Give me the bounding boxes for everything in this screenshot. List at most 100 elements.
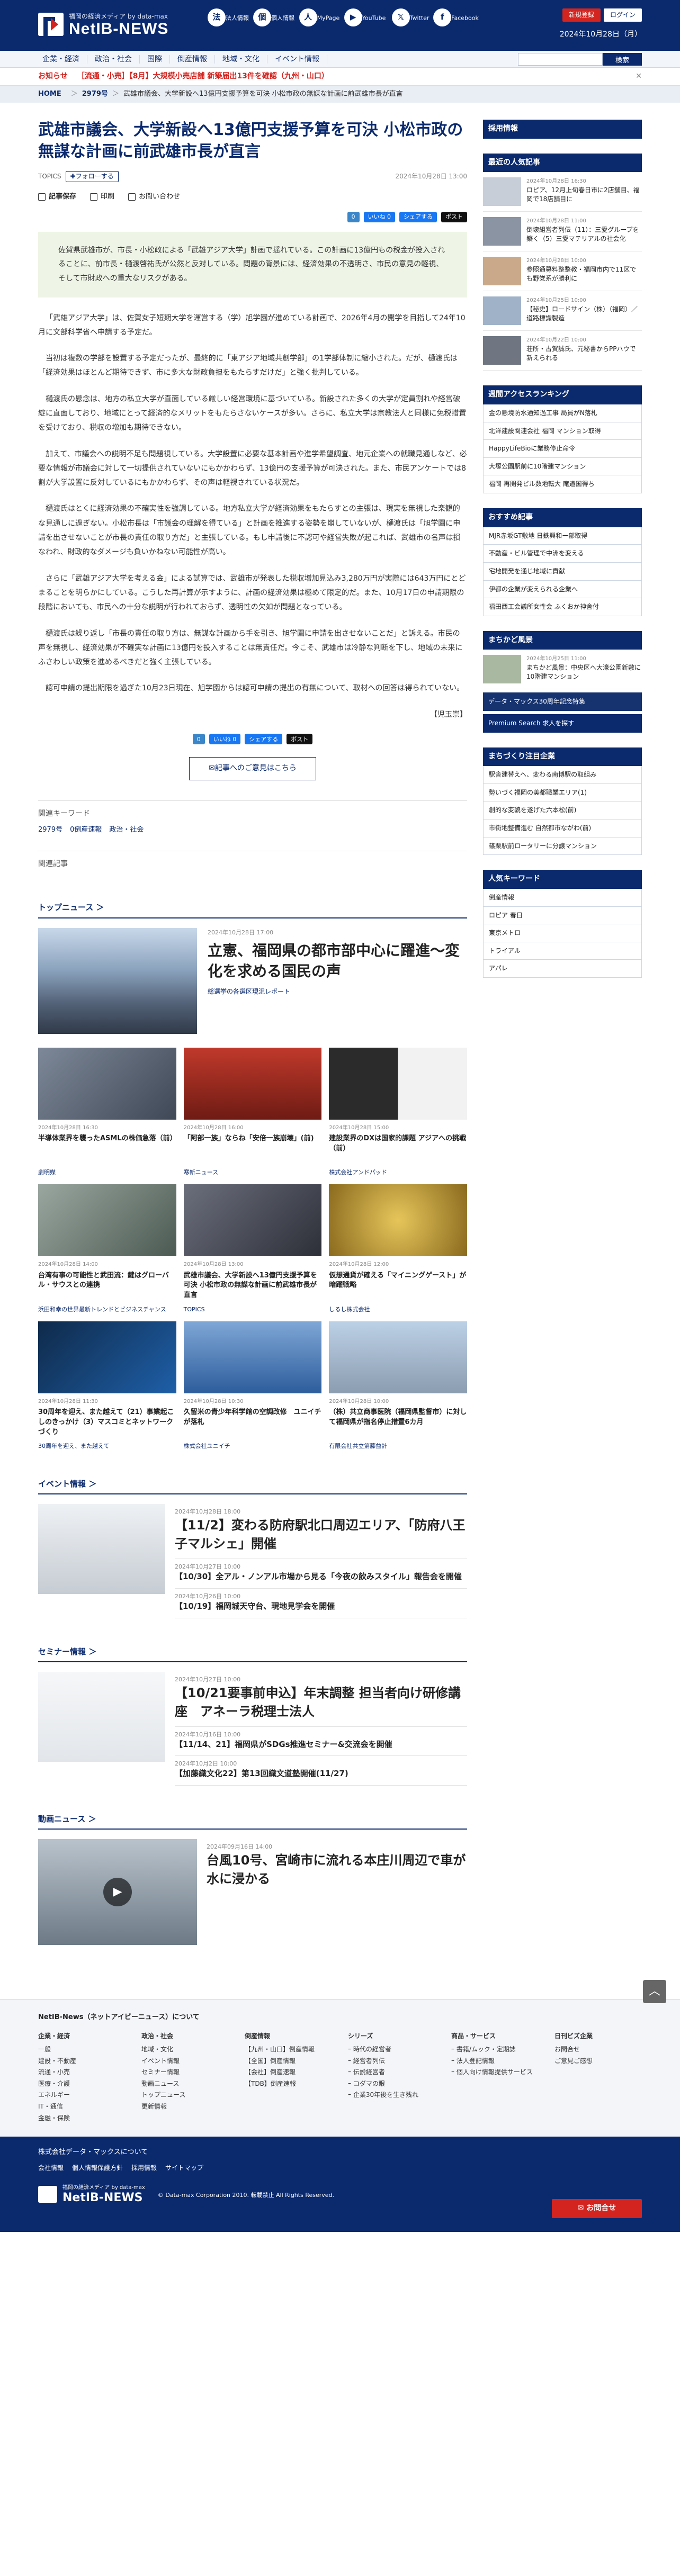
town-planning-item[interactable]: 駅舎建替えへ、変わる南博駅の取組み xyxy=(483,766,642,784)
news-card[interactable]: 2024年10月28日 12:00 仮想通貨が確える「マイニングゲースト」が暗躍戦… xyxy=(329,1184,467,1314)
keyword-link[interactable]: ロピア 春日 xyxy=(483,906,642,925)
news-card[interactable]: 2024年10月28日 16:00 「阿部一族」ならね「安倍一族崩壊」(前) 寒新ニ… xyxy=(183,1047,322,1177)
sidebar-article[interactable]: 2024年10月28日 10:00 参照通募料整整教・福岡市内で11区でも野党系が… xyxy=(483,251,642,292)
ranking-item[interactable]: HappyLifeBioに業務停止命令 xyxy=(483,440,642,458)
event-item[interactable]: 2024年10月28日 18:00 【11/2】変わる防府駅北口周辺エリア、「防府… xyxy=(175,1504,467,1560)
contact-button[interactable]: お問い合わせ xyxy=(128,192,180,202)
news-card[interactable]: 2024年10月28日 10:30 久留米の青少年科学館の空調改修 ユニイチが落札… xyxy=(183,1321,322,1451)
keyword-link[interactable]: 倒産情報 xyxy=(483,888,642,907)
nav-item-business[interactable]: 企業・経済 xyxy=(38,55,87,64)
ranking-item[interactable]: 大塚公園駅前に10階建マンション xyxy=(483,457,642,476)
nav-item-international[interactable]: 国際 xyxy=(140,55,170,64)
header-link-facebook[interactable]: f Facebook xyxy=(433,8,479,29)
feedback-button[interactable]: ✉記事へのご意見はこちら xyxy=(189,757,316,780)
anniversary-banner[interactable]: データ・マックス30周年記念特集 xyxy=(483,692,642,711)
events-heading[interactable]: イベント情報 ＞ xyxy=(38,1478,467,1495)
close-icon[interactable]: ✕ xyxy=(636,71,642,83)
header-link-mypage[interactable]: 人 MyPage xyxy=(297,8,342,29)
keyword-link[interactable]: 東京メトロ xyxy=(483,924,642,942)
sidebar-article[interactable]: 2024年10月28日 11:00 倒壊組営者列伝（11）：三愛グループを築く（5… xyxy=(483,212,642,252)
nav-item-politics[interactable]: 政治・社会 xyxy=(87,55,140,64)
news-card[interactable]: 2024年10月28日 16:30 半導体業界を襲ったASMLの株価急落（前） 劇明… xyxy=(38,1047,176,1177)
header-link-twitter[interactable]: 𝕏 Twitter xyxy=(388,8,433,29)
ranking-item[interactable]: 北洋建設関連会社 福岡 マンション取得 xyxy=(483,422,642,440)
recommended-item[interactable]: 不動産・ビル管理で中洲を変える xyxy=(483,545,642,563)
x-post-button[interactable]: ポスト xyxy=(287,734,313,745)
news-card[interactable]: 2024年10月28日 14:00 台湾有事の可能性と武田流：鍵はグローバル・サウ… xyxy=(38,1184,176,1314)
recommended-item[interactable]: 宅地開発を通じ地域に貢献 xyxy=(483,562,642,581)
search-button[interactable]: 検索 xyxy=(603,53,642,66)
register-button[interactable]: 新規登録 xyxy=(562,8,601,22)
contact-button[interactable]: ✉ お問合せ xyxy=(552,2199,642,2219)
seminar-item[interactable]: 2024年10月2日 10:00 【加藤織文化22】第13回織文道塾開催(11/2… xyxy=(175,1756,467,1786)
like-button[interactable]: いいね 0 xyxy=(209,734,241,745)
recommended-item[interactable]: MJR赤坂GT敷地 日鉄興和ー部取得 xyxy=(483,527,642,545)
login-button[interactable]: ログイン xyxy=(603,8,642,22)
keyword-link[interactable]: アパレ xyxy=(483,960,642,978)
feature-story[interactable]: 2024年10月28日 17:00 立憲、福岡県の都市部中心に躍進〜変化を求める… xyxy=(38,927,467,1034)
footer-link-company[interactable]: 会社情報 xyxy=(38,2163,64,2173)
keyword-link[interactable]: 政治・社会 xyxy=(109,825,144,835)
breadcrumb-home[interactable]: HOME xyxy=(38,89,61,100)
company-heading[interactable]: 株式会社データ・マックスについて xyxy=(38,2147,642,2158)
keyword-link[interactable]: 0倒産速報 xyxy=(70,825,102,835)
sidebar-article[interactable]: 2024年10月28日 16:30 ロピア、12月上旬春日市に2店舗目、福岡で18… xyxy=(483,172,642,212)
premium-search-banner[interactable]: Premium Search 求人を探す xyxy=(483,714,642,733)
header-link-personal[interactable]: 個個人情報 xyxy=(251,8,297,29)
save-article-button[interactable]: 記事保存 xyxy=(38,192,76,202)
town-planning-item[interactable]: 市街地整備進む 自然都市ながわ(前) xyxy=(483,819,642,837)
town-planning-item[interactable]: 創的な変貌を遂げた六本松(前) xyxy=(483,801,642,820)
keyword-link[interactable]: 2979号 xyxy=(38,825,62,835)
video-item[interactable]: 2024年09月16日 14:00 台風10号、宮崎市に流れる本庄川周辺で車が水に… xyxy=(207,1839,467,1894)
article-category[interactable]: TOPICS xyxy=(38,172,61,182)
footer-link-sitemap[interactable]: サイトマップ xyxy=(165,2163,203,2173)
recruit-heading[interactable]: 採用情報 xyxy=(483,120,642,139)
hatena-button[interactable]: 0 xyxy=(192,734,205,745)
print-button[interactable]: 印刷 xyxy=(90,192,114,202)
sidebar-thumbnail xyxy=(483,336,521,365)
video-thumbnail[interactable]: ▶ xyxy=(38,1839,197,1945)
ranking-item[interactable]: 金の懸境防水通知過工事 局員がN落札 xyxy=(483,404,642,422)
follow-button[interactable]: ✚フォローする xyxy=(65,171,119,182)
search-input[interactable] xyxy=(518,53,603,66)
facebook-share-button[interactable]: シェアする xyxy=(245,734,283,745)
breadcrumb-issue[interactable]: 2979号 xyxy=(82,89,108,100)
site-logo[interactable]: 福岡の経済メディア by data-max NetIB-NEWS xyxy=(38,11,192,40)
hatena-button[interactable]: 0 xyxy=(347,211,360,222)
sidebar-article[interactable]: 2024年10月25日 10:00 【秘史】ロードサイン（株）（福岡）／道路標識製… xyxy=(483,291,642,331)
event-item[interactable]: 2024年10月27日 10:00 【10/30】全アル・ノンアル市場から見る「今… xyxy=(175,1559,467,1589)
x-post-button[interactable]: ポスト xyxy=(441,211,467,222)
sidebar-article[interactable]: 2024年10月25日 11:00 まちかど風景：中央区へ大濠公園新敷に10階建マ… xyxy=(483,650,642,690)
keyword-link[interactable]: トライアル xyxy=(483,942,642,960)
seminar-heading[interactable]: セミナー情報 ＞ xyxy=(38,1646,467,1662)
recommended-item[interactable]: 福田西工会議所女性会 ふくおか神舎付 xyxy=(483,598,642,616)
like-button[interactable]: いいね 0 xyxy=(363,211,395,222)
back-to-top-button[interactable]: ︿ xyxy=(643,1980,666,2003)
keywords-heading: 関連キーワード xyxy=(38,809,90,818)
news-card[interactable]: 2024年10月28日 11:30 30周年を迎え、また越えて（21）事業起こしの… xyxy=(38,1321,176,1451)
nav-item-events[interactable]: イベント情報 xyxy=(267,55,327,64)
notice-link[interactable]: ［流通・小売］【8月】大規模小売店舗 新築届出13件を確認（九州・山口） xyxy=(77,71,329,83)
footer-logo[interactable]: 福岡の経済メディア by data-max NetIB-NEWS © Data-… xyxy=(38,2184,642,2205)
header-link-corporate[interactable]: 法法人情報 xyxy=(205,8,251,29)
recommended-item[interactable]: 伊都の企業が変えられる企業へ xyxy=(483,580,642,599)
nav-item-regional[interactable]: 地域・文化 xyxy=(215,55,267,64)
town-planning-item[interactable]: 篠栗駅前ロータリーに分譲マンション xyxy=(483,837,642,855)
footer-link-recruit[interactable]: 採用情報 xyxy=(131,2163,157,2173)
town-planning-item[interactable]: 勢いづく福岡の美都職業エリア(1) xyxy=(483,783,642,802)
news-card[interactable]: 2024年10月28日 13:00 武雄市議会、大学新設へ13億円支援予算を可決 … xyxy=(183,1184,322,1314)
sidebar-article[interactable]: 2024年10月22日 10:00 荘所・古賀誠氏、元秘書からPPハウで新えられる xyxy=(483,331,642,371)
news-card[interactable]: 2024年10月28日 10:00 （株）共立商事医院（福岡県監督市）に対して福岡… xyxy=(329,1321,467,1451)
header-link-youtube[interactable]: ▶ YouTube xyxy=(342,8,388,29)
facebook-share-button[interactable]: シェアする xyxy=(399,211,437,222)
seminar-item[interactable]: 2024年10月27日 10:00 【10/21要事前申込】年末調整 担当者向け研… xyxy=(175,1672,467,1727)
ranking-item[interactable]: 福岡 再開発ビル数地転大 庵道国得ち xyxy=(483,475,642,494)
news-card[interactable]: 2024年10月28日 15:00 建設業界のDXは国家的課題 アジアへの挑戦（前… xyxy=(329,1047,467,1177)
footer-link-privacy[interactable]: 個人情報保護方針 xyxy=(72,2163,123,2173)
video-heading[interactable]: 動画ニュース ＞ xyxy=(38,1813,467,1830)
seminar-item[interactable]: 2024年10月16日 10:00 【11/14、21】福岡県がSDGs推進セミナ… xyxy=(175,1727,467,1757)
top-news-heading[interactable]: トップニュース ＞ xyxy=(38,902,467,918)
article-signature: 【児玉崇】 xyxy=(430,710,467,719)
nav-item-bankruptcy[interactable]: 倒産情報 xyxy=(170,55,215,64)
event-item[interactable]: 2024年10月26日 10:00 【10/19】福岡城天守台、現地見学会を開催 xyxy=(175,1589,467,1618)
